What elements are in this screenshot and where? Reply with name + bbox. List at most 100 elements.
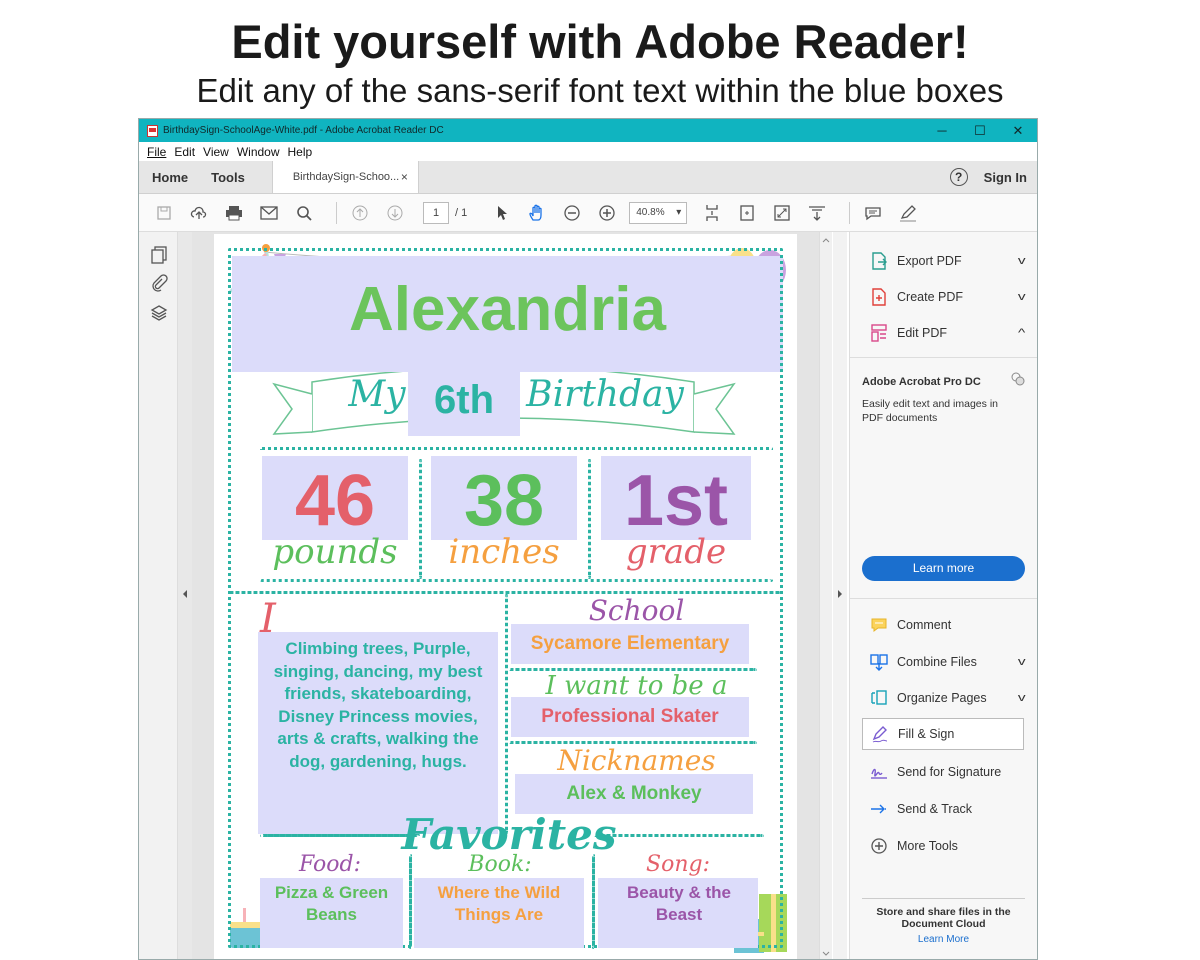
rotate-view-icon[interactable]: [734, 200, 760, 226]
chevron-down-icon[interactable]: v: [1017, 291, 1025, 303]
email-icon[interactable]: [256, 200, 282, 226]
send-track-icon: [870, 800, 888, 818]
promo-title: Adobe Acrobat Pro DC: [862, 376, 981, 388]
document-cloud-text: Store and share files in the Document Cl…: [876, 906, 1011, 930]
send-and-track-tool[interactable]: Send & Track: [862, 793, 1024, 825]
print-icon[interactable]: [221, 200, 247, 226]
school-name: Sycamore Elementary: [530, 633, 730, 654]
menu-edit[interactable]: Edit: [174, 145, 195, 159]
nicknames-value: Alex & Monkey: [566, 783, 702, 804]
tab-document-label: BirthdaySign-Schoo...: [292, 171, 400, 183]
right-panel-toggle[interactable]: [833, 232, 847, 959]
layers-icon[interactable]: [150, 304, 168, 322]
acrobat-window: BirthdaySign-SchoolAge-White.pdf - Adobe…: [138, 118, 1038, 960]
fill-and-sign-tool[interactable]: Fill & Sign: [862, 718, 1024, 750]
help-icon[interactable]: ?: [949, 168, 968, 186]
plus-circle-icon: [870, 837, 888, 855]
tab-home[interactable]: Home: [139, 161, 201, 193]
career-value: Professional Skater: [541, 706, 719, 727]
toolbar-divider: [336, 201, 337, 224]
chevron-down-icon[interactable]: v: [1017, 692, 1025, 704]
chevron-up-icon[interactable]: ^: [1018, 327, 1025, 339]
toolbar-divider: [849, 201, 851, 224]
edit-pdf-tool[interactable]: Edit PDF ^: [862, 317, 1025, 349]
export-pdf-label: Export PDF: [897, 254, 962, 268]
combine-files-icon: [870, 653, 888, 671]
scrolling-mode-icon[interactable]: [804, 200, 830, 226]
search-icon[interactable]: [291, 200, 317, 226]
combine-files-tool[interactable]: Combine Files v: [862, 646, 1025, 678]
food-heading: Food:: [298, 852, 362, 877]
hand-tool-icon[interactable]: [524, 200, 550, 226]
love-list: Climbing trees, Purple, singing, dancing…: [273, 639, 483, 771]
sign-in-button[interactable]: Sign In: [984, 170, 1027, 185]
send-track-label: Send & Track: [897, 802, 973, 816]
dismiss-promo-icon[interactable]: [1011, 372, 1025, 389]
menu-file[interactable]: File: [147, 145, 166, 159]
maximize-button[interactable]: ☐: [961, 119, 999, 142]
zoom-out-icon[interactable]: [559, 200, 585, 226]
select-pointer-icon[interactable]: [489, 200, 515, 226]
minimize-button[interactable]: ─: [923, 119, 961, 142]
zoom-level-select[interactable]: 40.8%: [629, 201, 688, 224]
promo-text: Easily edit text and images in PDF docum…: [862, 398, 998, 424]
close-tab-icon[interactable]: ×: [401, 170, 408, 184]
fit-page-icon[interactable]: [699, 200, 725, 226]
attachments-icon[interactable]: [150, 274, 168, 292]
close-window-button[interactable]: ✕: [999, 119, 1037, 142]
tab-document[interactable]: BirthdaySign-Schoo... ×: [271, 161, 419, 193]
menu-view[interactable]: View: [203, 145, 229, 159]
title-bar: BirthdaySign-SchoolAge-White.pdf - Adobe…: [139, 119, 1037, 142]
headline: Edit yourself with Adobe Reader!: [231, 15, 969, 68]
fill-sign-icon: [871, 725, 889, 743]
more-tools-tool[interactable]: More Tools: [862, 830, 1024, 862]
window-title: BirthdaySign-SchoolAge-White.pdf - Adobe…: [163, 125, 444, 136]
page-thumbnails-icon[interactable]: [150, 246, 168, 264]
document-cloud-learn-more-link[interactable]: Learn More: [862, 934, 1025, 945]
menu-help[interactable]: Help: [288, 145, 313, 159]
save-icon[interactable]: [151, 200, 177, 226]
previous-page-icon[interactable]: [347, 200, 373, 226]
comment-label: Comment: [897, 618, 952, 632]
menu-window[interactable]: Window: [237, 145, 280, 159]
send-for-signature-tool[interactable]: Send for Signature: [862, 756, 1024, 788]
book-value: Where the Wild Things Are: [437, 883, 561, 924]
song-heading: Song:: [646, 852, 710, 877]
comment-icon: [870, 616, 888, 634]
menu-bar: File Edit View Window Help: [139, 142, 1037, 161]
book-heading: Book:: [468, 852, 532, 877]
comment-tool[interactable]: Comment: [862, 609, 1024, 641]
organize-pages-icon: [870, 689, 888, 707]
create-pdf-icon: [870, 288, 888, 306]
upload-icon[interactable]: [186, 200, 212, 226]
edit-pdf-label: Edit PDF: [897, 326, 948, 340]
toolbar: 1 / 1 40.8%: [139, 194, 1037, 232]
next-page-icon[interactable]: [382, 200, 408, 226]
fill-sign-label: Fill & Sign: [898, 727, 955, 741]
tab-bar: Home Tools BirthdaySign-Schoo... × ? Sig…: [139, 161, 1037, 194]
chevron-down-icon[interactable]: v: [1017, 656, 1025, 668]
edit-pdf-icon: [870, 324, 888, 342]
combine-files-label: Combine Files: [897, 655, 977, 669]
left-navigation-rail: [139, 232, 178, 959]
highlight-pen-icon[interactable]: [895, 200, 921, 226]
page-count: / 1: [455, 206, 468, 219]
left-panel-toggle[interactable]: [178, 232, 192, 959]
organize-pages-label: Organize Pages: [897, 691, 987, 705]
learn-more-button[interactable]: Learn more: [862, 556, 1025, 581]
organize-pages-tool[interactable]: Organize Pages v: [862, 682, 1025, 714]
full-screen-icon[interactable]: [769, 200, 795, 226]
song-value: Beauty & the Beast: [627, 883, 731, 924]
food-value: Pizza & Green Beans: [274, 883, 389, 924]
more-tools-label: More Tools: [897, 839, 958, 853]
vertical-scrollbar[interactable]: [819, 232, 832, 959]
zoom-in-icon[interactable]: [594, 200, 620, 226]
page-number-input[interactable]: 1: [423, 201, 449, 224]
create-pdf-tool[interactable]: Create PDF v: [862, 281, 1025, 313]
chevron-down-icon[interactable]: v: [1017, 255, 1025, 267]
tab-tools[interactable]: Tools: [201, 161, 258, 193]
send-for-signature-label: Send for Signature: [897, 765, 1002, 779]
pdf-file-icon: [147, 124, 158, 137]
comment-icon[interactable]: [860, 200, 886, 226]
export-pdf-tool[interactable]: Export PDF v: [862, 245, 1025, 277]
